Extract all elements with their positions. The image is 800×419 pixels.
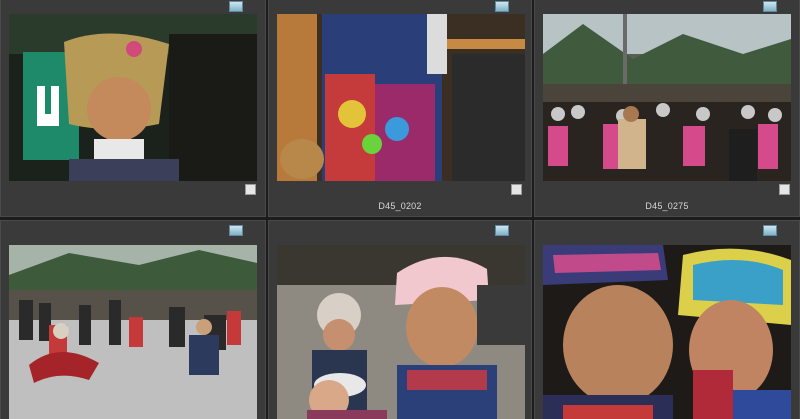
thumbnail-cell[interactable]: D45_0275	[534, 0, 800, 217]
flag-icon[interactable]	[229, 225, 243, 236]
select-checkbox[interactable]	[779, 184, 790, 195]
select-checkbox[interactable]	[511, 184, 522, 195]
flag-icon[interactable]	[763, 1, 777, 12]
flag-icon[interactable]	[495, 1, 509, 12]
flag-icon[interactable]	[495, 225, 509, 236]
thumbnail-image[interactable]	[9, 245, 257, 419]
thumbnail-cell[interactable]	[268, 220, 532, 419]
thumbnail-image[interactable]	[277, 14, 525, 181]
thumbnail-cell[interactable]	[0, 220, 266, 419]
thumbnail-cell[interactable]	[0, 0, 266, 217]
thumbnail-cell[interactable]: D45_0202	[268, 0, 532, 217]
thumbnail-image[interactable]	[543, 245, 791, 419]
flag-icon[interactable]	[763, 225, 777, 236]
thumbnail-grid: D45_0202 D45_0275	[0, 0, 800, 419]
select-checkbox[interactable]	[245, 184, 256, 195]
thumbnail-caption: D45_0275	[645, 201, 689, 211]
flag-icon[interactable]	[229, 1, 243, 12]
thumbnail-cell[interactable]	[534, 220, 800, 419]
thumbnail-caption: D45_0202	[378, 201, 422, 211]
thumbnail-image[interactable]	[277, 245, 525, 419]
thumbnail-image[interactable]	[543, 14, 791, 181]
thumbnail-image[interactable]	[9, 14, 257, 181]
